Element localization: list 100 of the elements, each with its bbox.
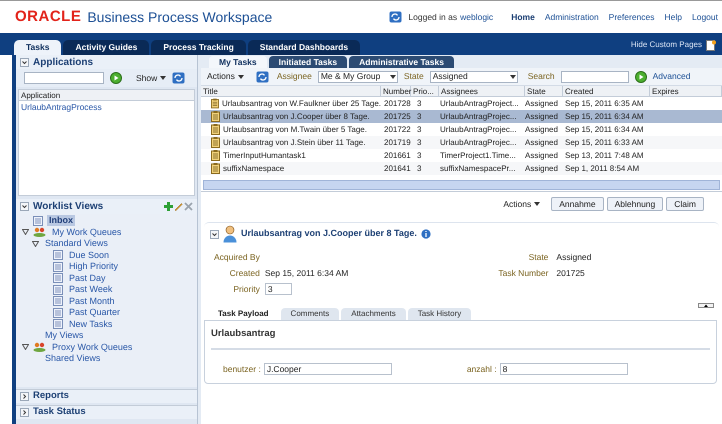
table-cell: 3 [417, 125, 422, 134]
table-cell: Sep 13, 2011 7:48 AM [565, 151, 644, 160]
tree-item[interactable]: Past Month [67, 296, 117, 307]
expanded-triangle-icon[interactable] [32, 240, 39, 247]
table-row[interactable]: Urlaubsantrag von J.Cooper über 8 Tage. 201725 3 UrlaubAntragProjec... Assigned Sep 15, 2011 6:34 AM [201, 110, 722, 123]
action-button[interactable]: Annahme [551, 197, 604, 211]
nav-link[interactable]: Administration [544, 10, 599, 24]
hide-custom-pages-link[interactable]: Hide Custom Pages [630, 39, 702, 51]
people-group-icon [33, 342, 46, 352]
detail-tab[interactable]: Attachments [341, 308, 406, 320]
clipboard-icon [211, 98, 219, 109]
pencil-icon[interactable] [174, 202, 183, 211]
column-header[interactable]: Prio... [411, 86, 439, 96]
table-cell: 201722 [384, 125, 411, 134]
assignee-label: Assignee [276, 70, 312, 83]
field-label: Acquired By [214, 251, 260, 264]
column-header[interactable]: Created [563, 86, 650, 96]
table-cell: 201728 [384, 99, 411, 108]
refresh-icon[interactable] [256, 70, 269, 82]
tree-item[interactable]: Inbox [47, 215, 75, 226]
tree-item[interactable]: Past Quarter [67, 307, 122, 318]
table-cell: 3 [417, 112, 422, 121]
advanced-link[interactable]: Advanced [652, 70, 690, 83]
tree-item[interactable]: New Tasks [67, 318, 114, 330]
expanded-triangle-icon[interactable] [22, 344, 29, 350]
search-field[interactable] [24, 72, 104, 84]
nav-link[interactable]: Preferences [608, 10, 655, 24]
sub-tab[interactable]: My Tasks [209, 56, 267, 68]
tree-item[interactable]: My Views [43, 330, 86, 342]
column-header[interactable]: State [525, 86, 563, 96]
table-cell-text: Urlaubsantrag von J.Cooper über 8 Tage. [223, 111, 370, 123]
list-icon [53, 308, 63, 318]
tree-item[interactable]: Proxy Work Queues [50, 342, 134, 353]
info-icon[interactable] [420, 229, 431, 239]
table-cell-text: Urlaubsantrag von W.Faulkner über 25 Tage. [222, 98, 381, 110]
oracle-logo: ORACLE [15, 6, 82, 27]
nav-link[interactable]: Logout [692, 10, 718, 24]
main-tab[interactable]: Standard Dashboards [248, 40, 360, 55]
logged-in-label: Logged in as [408, 10, 458, 24]
main-tab[interactable]: Process Tracking [151, 40, 246, 55]
column-header[interactable]: Assignees [439, 86, 525, 96]
user-icon [223, 225, 237, 243]
column-header[interactable]: Title [201, 86, 381, 96]
table-cell: Sep 1, 2011 8:54 AM [565, 164, 640, 173]
tree-item[interactable]: Shared Views [43, 353, 102, 364]
tree-item[interactable]: Past Week [67, 284, 114, 296]
main-tab[interactable]: Tasks [14, 40, 62, 55]
table-cell: TimerProject1.Time... [440, 151, 516, 160]
table-cell: 3 [417, 138, 422, 147]
tree-item[interactable]: Standard Views [43, 238, 110, 250]
detail-tab[interactable]: Task History [408, 308, 472, 320]
actions-menu[interactable]: Actions [503, 198, 540, 210]
search-field[interactable] [560, 70, 629, 82]
action-button[interactable]: Ablehnung [606, 197, 664, 211]
tree-item[interactable]: Due Soon [67, 250, 112, 261]
tree-item[interactable]: High Priority [67, 261, 120, 272]
nav-link[interactable]: Help [664, 10, 682, 24]
priority-field[interactable]: 3 [264, 282, 292, 295]
expand-icon[interactable] [20, 392, 29, 401]
sub-tab[interactable]: Administrative Tasks [349, 56, 454, 68]
application-link[interactable]: UrlaubAntragProcess [19, 101, 194, 113]
show-button[interactable]: Show [136, 72, 166, 84]
collapse-icon[interactable] [210, 230, 219, 238]
list-icon [53, 296, 63, 306]
main-tab[interactable]: Activity Guides [63, 40, 150, 55]
go-icon[interactable] [110, 72, 122, 84]
column-header: Application [19, 90, 194, 101]
refresh-icon[interactable] [389, 11, 402, 23]
refresh-icon[interactable] [172, 72, 186, 84]
table-cell: Sep 15, 2011 6:34 AM [565, 125, 644, 134]
tree-item[interactable]: My Work Queues [50, 226, 124, 238]
caret-icon [238, 74, 244, 78]
go-icon[interactable] [634, 70, 647, 82]
table-cell-text: TimerInputHumantask1 [223, 150, 306, 162]
text-field[interactable]: J.Cooper [264, 362, 392, 375]
action-button[interactable]: Claim [666, 197, 704, 211]
column-header[interactable]: Number [381, 86, 411, 96]
assignee-dropdown[interactable]: Me & My Group [318, 70, 398, 82]
text-field[interactable]: 8 [500, 362, 628, 375]
column-header[interactable]: Expires [650, 86, 722, 96]
expand-icon[interactable] [20, 408, 29, 417]
expanded-triangle-icon[interactable] [22, 229, 29, 236]
page-icon[interactable] [706, 40, 716, 50]
horizontal-scrollbar[interactable] [203, 180, 720, 190]
add-icon[interactable] [164, 202, 173, 211]
username: weblogic [460, 10, 494, 24]
table-row[interactable]: suffixNamespace 201641 3 suffixNamespacePr... Assigned Sep 1, 2011 8:54 AM [201, 162, 722, 175]
table-row[interactable]: Urlaubsantrag von J.Stein über 11 Tage. 201719 3 UrlaubAntragProjec... Assigned Sep 15, 2011 6:33 AM [201, 136, 722, 149]
actions-menu[interactable]: Actions [207, 70, 244, 83]
state-dropdown[interactable]: Assigned [430, 70, 518, 82]
list-icon [53, 262, 63, 272]
collapse-icon[interactable] [20, 58, 29, 66]
list-icon [53, 319, 63, 330]
sub-tab[interactable]: Initiated Tasks [268, 56, 348, 68]
collapse-icon[interactable] [20, 202, 29, 211]
table-cell-text: suffixNamespace [223, 163, 284, 175]
tree-item[interactable]: Past Day [67, 272, 108, 284]
nav-link[interactable]: Home [511, 10, 535, 24]
detail-tab[interactable]: Comments [280, 308, 340, 320]
table-cell: UrlaubAntragProjec... [440, 138, 516, 147]
